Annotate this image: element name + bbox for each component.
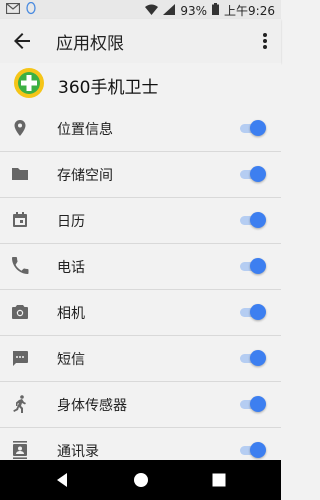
- status-bar: 93% 上午9:26: [0, 0, 281, 19]
- app-logo-icon: [13, 67, 45, 99]
- app-header: 360手机卫士: [0, 63, 281, 105]
- permission-row-body-sensors[interactable]: 身体传感器: [0, 382, 281, 428]
- email-icon: [5, 2, 21, 17]
- contacts-icon: [10, 440, 30, 460]
- camera-icon: [10, 302, 30, 322]
- permission-row-location[interactable]: 位置信息: [0, 106, 281, 152]
- permission-toggle[interactable]: [240, 350, 266, 366]
- permission-toggle[interactable]: [240, 258, 266, 274]
- location-icon: [10, 118, 30, 138]
- permission-toggle[interactable]: [240, 166, 266, 182]
- qq-icon: [26, 1, 36, 18]
- signal-icon: [163, 3, 176, 18]
- app-name: 360手机卫士: [58, 78, 159, 98]
- sms-icon: [10, 348, 30, 368]
- permission-label: 位置信息: [57, 122, 113, 138]
- permission-label: 相机: [57, 306, 85, 322]
- permission-label: 身体传感器: [57, 398, 127, 414]
- calendar-icon: [10, 210, 30, 230]
- phone-icon: [10, 256, 30, 276]
- app-bar: 应用权限: [0, 19, 281, 63]
- battery-percent: 93%: [180, 3, 208, 18]
- battery-icon: [212, 3, 220, 18]
- permission-toggle[interactable]: [240, 120, 266, 136]
- permission-label: 短信: [57, 352, 85, 368]
- permission-toggle[interactable]: [240, 304, 266, 320]
- wifi-icon: [145, 4, 159, 18]
- permission-row-storage[interactable]: 存储空间: [0, 152, 281, 198]
- back-arrow-icon[interactable]: [10, 29, 34, 53]
- permission-toggle[interactable]: [240, 396, 266, 412]
- permission-row-calendar[interactable]: 日历: [0, 198, 281, 244]
- navigation-bar: [0, 460, 281, 500]
- permission-row-phone[interactable]: 电话: [0, 244, 281, 290]
- permission-toggle[interactable]: [240, 212, 266, 228]
- body-sensor-icon: [10, 394, 30, 414]
- permission-label: 日历: [57, 214, 85, 230]
- permission-label: 电话: [57, 260, 85, 276]
- home-icon[interactable]: [131, 470, 151, 490]
- permission-label: 存储空间: [57, 168, 113, 184]
- permission-list: 位置信息 存储空间 日历 电话 相机 短信 身体传感器 通讯录: [0, 106, 281, 473]
- more-options-icon[interactable]: [257, 29, 273, 53]
- folder-icon: [10, 164, 30, 184]
- back-icon[interactable]: [52, 470, 72, 490]
- permission-row-sms[interactable]: 短信: [0, 336, 281, 382]
- permission-label: 通讯录: [57, 444, 99, 460]
- permission-row-camera[interactable]: 相机: [0, 290, 281, 336]
- permission-toggle[interactable]: [240, 442, 266, 458]
- page-title: 应用权限: [56, 34, 124, 54]
- recents-icon[interactable]: [209, 470, 229, 490]
- clock: 上午9:26: [224, 4, 275, 18]
